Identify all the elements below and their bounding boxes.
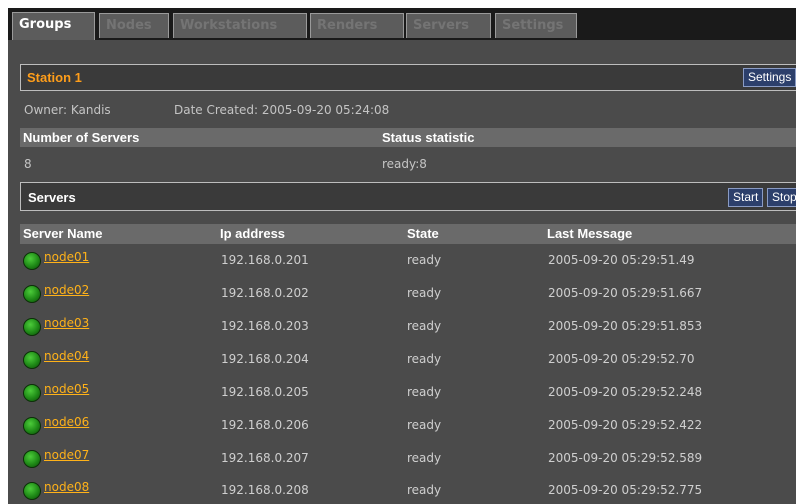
tab-renders[interactable]: Renders	[310, 13, 404, 38]
status-statistic-value: ready:8	[382, 157, 427, 171]
table-row: node05 192.168.0.205 ready 2005-09-20 05…	[20, 376, 796, 406]
last-message-cell: 2005-09-20 05:29:52.70	[548, 352, 695, 366]
servers-title: Servers	[28, 190, 76, 205]
green-status-light-icon	[23, 482, 41, 500]
server-name-link[interactable]: node04	[44, 349, 89, 363]
station-title: Station 1	[27, 70, 82, 85]
last-message-cell: 2005-09-20 05:29:52.422	[548, 418, 703, 432]
last-message-cell: 2005-09-20 05:29:52.589	[548, 451, 703, 465]
server-name-link[interactable]: node08	[44, 480, 89, 494]
ip-cell: 192.168.0.204	[221, 352, 309, 366]
green-status-light-icon	[23, 417, 41, 435]
ip-cell: 192.168.0.207	[221, 451, 309, 465]
col-state: State	[407, 226, 439, 241]
col-server-name: Server Name	[23, 226, 103, 241]
table-row: node06 192.168.0.206 ready 2005-09-20 05…	[20, 409, 796, 439]
date-created-text: Date Created: 2005-09-20 05:24:08	[174, 103, 390, 117]
tab-settings[interactable]: Settings	[495, 13, 577, 38]
state-cell: ready	[407, 418, 442, 432]
state-cell: ready	[407, 385, 442, 399]
number-of-servers-value: 8	[24, 157, 32, 171]
group-panel: Station 1 Settings Owner: Kandis Date Cr…	[14, 40, 796, 504]
green-status-light-icon	[23, 252, 41, 270]
green-status-light-icon	[23, 285, 41, 303]
number-of-servers-header: Number of Servers	[23, 130, 140, 145]
ip-cell: 192.168.0.203	[221, 319, 309, 333]
tab-workstations[interactable]: Workstations	[173, 13, 307, 38]
ip-cell: 192.168.0.206	[221, 418, 309, 432]
summary-header: Number of Servers Status statistic	[20, 128, 796, 147]
last-message-cell: 2005-09-20 05:29:51.667	[548, 286, 703, 300]
stop-button[interactable]: Stop	[767, 188, 796, 207]
last-message-cell: 2005-09-20 05:29:51.853	[548, 319, 703, 333]
col-last-message: Last Message	[547, 226, 633, 241]
last-message-cell: 2005-09-20 05:29:51.49	[548, 253, 695, 267]
ip-cell: 192.168.0.202	[221, 286, 309, 300]
status-statistic-header: Status statistic	[382, 130, 475, 145]
last-message-cell: 2005-09-20 05:29:52.775	[548, 483, 703, 497]
settings-button[interactable]: Settings	[743, 68, 796, 87]
col-ip-address: Ip address	[220, 226, 286, 241]
green-status-light-icon	[23, 450, 41, 468]
state-cell: ready	[407, 451, 442, 465]
owner-text: Owner: Kandis	[24, 103, 111, 117]
server-name-link[interactable]: node07	[44, 448, 89, 462]
state-cell: ready	[407, 352, 442, 366]
tab-groups[interactable]: Groups	[12, 12, 95, 40]
app-frame: Groups Nodes Workstations Renders Server…	[8, 8, 796, 504]
tab-servers[interactable]: Servers	[406, 13, 491, 38]
state-cell: ready	[407, 483, 442, 497]
state-cell: ready	[407, 253, 442, 267]
server-name-link[interactable]: node02	[44, 283, 89, 297]
tab-bar: Groups Nodes Workstations Renders Server…	[8, 8, 796, 40]
table-row: node08 192.168.0.208 ready 2005-09-20 05…	[20, 474, 796, 504]
green-status-light-icon	[23, 318, 41, 336]
last-message-cell: 2005-09-20 05:29:52.248	[548, 385, 703, 399]
servers-header: Servers Start Stop	[20, 182, 796, 211]
ip-cell: 192.168.0.205	[221, 385, 309, 399]
station-header: Station 1 Settings	[20, 64, 796, 91]
server-name-link[interactable]: node03	[44, 316, 89, 330]
server-name-link[interactable]: node05	[44, 382, 89, 396]
ip-cell: 192.168.0.208	[221, 483, 309, 497]
server-name-link[interactable]: node06	[44, 415, 89, 429]
table-row: node07 192.168.0.207 ready 2005-09-20 05…	[20, 442, 796, 472]
table-row: node04 192.168.0.204 ready 2005-09-20 05…	[20, 343, 796, 373]
servers-table-header: Server Name Ip address State Last Messag…	[20, 224, 796, 244]
green-status-light-icon	[23, 351, 41, 369]
server-name-link[interactable]: node01	[44, 250, 89, 264]
table-row: node01 192.168.0.201 ready 2005-09-20 05…	[20, 244, 796, 274]
start-button[interactable]: Start	[728, 188, 764, 207]
tab-nodes[interactable]: Nodes	[99, 13, 169, 38]
table-row: node03 192.168.0.203 ready 2005-09-20 05…	[20, 310, 796, 340]
green-status-light-icon	[23, 384, 41, 402]
table-row: node02 192.168.0.202 ready 2005-09-20 05…	[20, 277, 796, 307]
ip-cell: 192.168.0.201	[221, 253, 309, 267]
state-cell: ready	[407, 319, 442, 333]
state-cell: ready	[407, 286, 442, 300]
